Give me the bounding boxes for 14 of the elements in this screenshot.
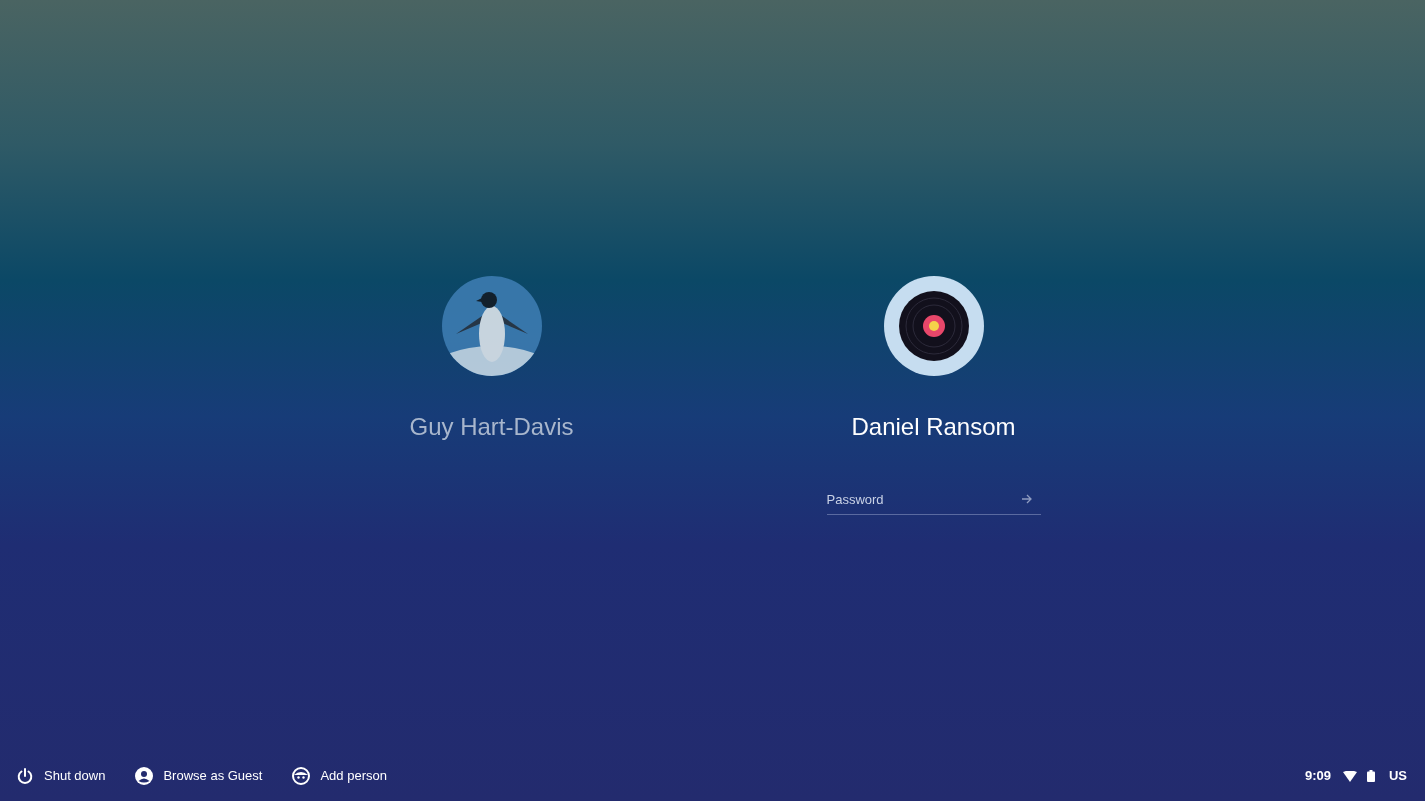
clock-time[interactable]: 9:09	[1304, 766, 1331, 786]
battery-icon[interactable]	[1366, 770, 1375, 782]
user-name[interactable]: Daniel Ransom	[851, 409, 1016, 445]
shut-down-button[interactable]: Shut down	[16, 766, 106, 786]
keyboard-layout[interactable]: US	[1388, 766, 1407, 786]
arrow-right-icon[interactable]	[1020, 493, 1033, 505]
wifi-icon[interactable]	[1342, 770, 1357, 782]
person-icon	[135, 767, 154, 785]
add-person-button[interactable]: Add person	[292, 766, 387, 786]
face-icon	[292, 767, 311, 785]
user-name[interactable]: Guy Hart-Davis	[409, 409, 574, 445]
browse-as-guest-button[interactable]: Browse as Guest	[135, 766, 263, 786]
password-field[interactable]: Password	[826, 485, 1041, 515]
power-icon	[16, 767, 34, 785]
